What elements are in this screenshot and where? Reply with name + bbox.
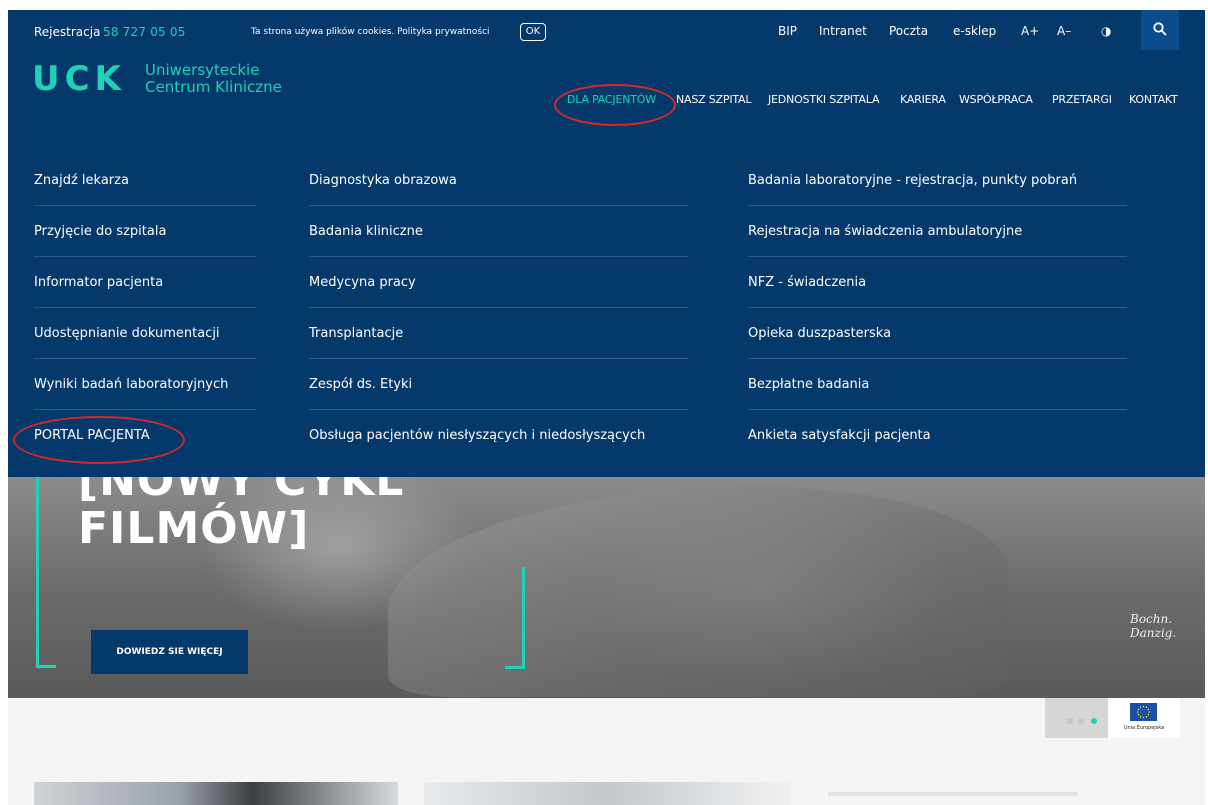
search-button[interactable]: [1141, 10, 1179, 50]
site-header: Rejestracja 58 727 05 05 Ta strona używa…: [8, 10, 1205, 135]
top-bar: Rejestracja 58 727 05 05 Ta strona używa…: [8, 10, 1205, 56]
logo-line-1: Uniwersyteckie: [145, 61, 260, 79]
page: Rejestracja 58 727 05 05 Ta strona używa…: [8, 10, 1205, 805]
font-increase-button[interactable]: A+: [1021, 24, 1039, 38]
hero-frame-right: [522, 567, 525, 669]
menu-column-3: Badania laboratoryjne - rejestracja, pun…: [748, 155, 1127, 461]
menu-item-wyniki-badan[interactable]: Wyniki badań laboratoryjnych: [34, 359, 256, 410]
eu-badge[interactable]: Unia Europejska: [1108, 698, 1180, 738]
top-link-e-sklep[interactable]: e-sklep: [953, 24, 996, 38]
eu-label: Unia Europejska: [1123, 725, 1165, 731]
hero-frame-left: [36, 477, 39, 667]
news-card-3-placeholder: [828, 792, 1078, 796]
hero-frame-corner-left: [36, 665, 56, 668]
menu-column-2: Diagnostyka obrazowa Badania kliniczne M…: [309, 155, 688, 461]
news-card-image-1[interactable]: [34, 782, 398, 805]
logo-uck[interactable]: UCK: [32, 62, 126, 96]
menu-item-diagnostyka-obrazowa[interactable]: Diagnostyka obrazowa: [309, 155, 688, 206]
hero-frame-corner-right: [505, 666, 525, 669]
annotation-circle-portal: [13, 416, 185, 464]
menu-item-opieka-duszpasterska[interactable]: Opieka duszpasterska: [748, 308, 1127, 359]
cookie-notice[interactable]: Ta strona używa plików cookies. Polityka…: [251, 27, 490, 37]
hero-photo-signature: Bochn. Danzig.: [1130, 612, 1177, 640]
menu-item-badania-kliniczne[interactable]: Badania kliniczne: [309, 206, 688, 257]
cookie-ok-button[interactable]: OK: [520, 23, 546, 41]
nav-wspolpraca[interactable]: WSPÓŁPRACA: [959, 93, 1033, 106]
slider-dot[interactable]: [1067, 718, 1073, 724]
mega-menu-dla-pacjentow: Znajdź lekarza Przyjęcie do szpitala Inf…: [8, 135, 1205, 477]
top-link-poczta[interactable]: Poczta: [889, 24, 928, 38]
logo-line-2: Centrum Kliniczne: [145, 78, 282, 96]
news-card-image-2[interactable]: [424, 782, 790, 805]
hero-title-line-2: FILMÓW]: [78, 503, 310, 554]
nav-kontakt[interactable]: KONTAKT: [1129, 93, 1178, 106]
search-icon: [1153, 22, 1167, 36]
contrast-toggle-icon[interactable]: ◑: [1101, 24, 1111, 38]
menu-column-1: Znajdź lekarza Przyjęcie do szpitala Inf…: [34, 155, 256, 461]
menu-item-informator-pacjenta[interactable]: Informator pacjenta: [34, 257, 256, 308]
menu-item-znajdz-lekarza[interactable]: Znajdź lekarza: [34, 155, 256, 206]
nav-jednostki-szpitala[interactable]: JEDNOSTKI SZPITALA: [768, 93, 880, 106]
hero-title: [NOWY CYKL FILMÓW]: [78, 477, 404, 553]
nav-kariera[interactable]: KARIERA: [900, 93, 946, 106]
menu-item-zespol-etyki[interactable]: Zespół ds. Etyki: [309, 359, 688, 410]
eu-flag-icon: [1130, 703, 1157, 721]
menu-item-medycyna-pracy[interactable]: Medycyna pracy: [309, 257, 688, 308]
menu-item-nfz-swiadczenia[interactable]: NFZ - świadczenia: [748, 257, 1127, 308]
hero-title-line-1: [NOWY CYKL: [78, 477, 405, 506]
font-decrease-button[interactable]: A–: [1057, 24, 1071, 38]
menu-item-transplantacje[interactable]: Transplantacje: [309, 308, 688, 359]
slider-controls: [1045, 698, 1108, 738]
menu-item-przyjecie-do-szpitala[interactable]: Przyjęcie do szpitala: [34, 206, 256, 257]
menu-item-rejestracja-ambulatoryjne[interactable]: Rejestracja na świadczenia ambulatoryjne: [748, 206, 1127, 257]
hero-photo-blanket: [388, 487, 1008, 697]
registration-label: Rejestracja: [34, 25, 101, 39]
nav-przetargi[interactable]: PRZETARGI: [1052, 93, 1112, 106]
learn-more-button[interactable]: DOWIEDZ SIE WIĘCEJ: [91, 630, 248, 674]
top-link-bip[interactable]: BIP: [778, 24, 797, 38]
registration-phone-link[interactable]: 58 727 05 05: [103, 25, 186, 39]
nav-nasz-szpital[interactable]: NASZ SZPITAL: [676, 93, 751, 106]
menu-item-badania-laboratoryjne[interactable]: Badania laboratoryjne - rejestracja, pun…: [748, 155, 1127, 206]
slider-dot[interactable]: [1078, 718, 1084, 724]
menu-item-bezplatne-badania[interactable]: Bezpłatne badania: [748, 359, 1127, 410]
menu-item-udostepnianie-dokumentacji[interactable]: Udostępnianie dokumentacji: [34, 308, 256, 359]
top-link-intranet[interactable]: Intranet: [819, 24, 867, 38]
logo-name[interactable]: Uniwersyteckie Centrum Kliniczne: [145, 62, 282, 96]
menu-item-obsluga-nieslyszacych[interactable]: Obsługa pacjentów niesłyszących i niedos…: [309, 410, 688, 461]
menu-item-ankieta-satysfakcji[interactable]: Ankieta satysfakcji pacjenta: [748, 410, 1127, 461]
slider-dot-active[interactable]: [1091, 718, 1097, 724]
hero-banner: [NOWY CYKL FILMÓW] DOWIEDZ SIE WIĘCEJ Bo…: [8, 477, 1205, 698]
annotation-circle-nav: [554, 84, 676, 126]
